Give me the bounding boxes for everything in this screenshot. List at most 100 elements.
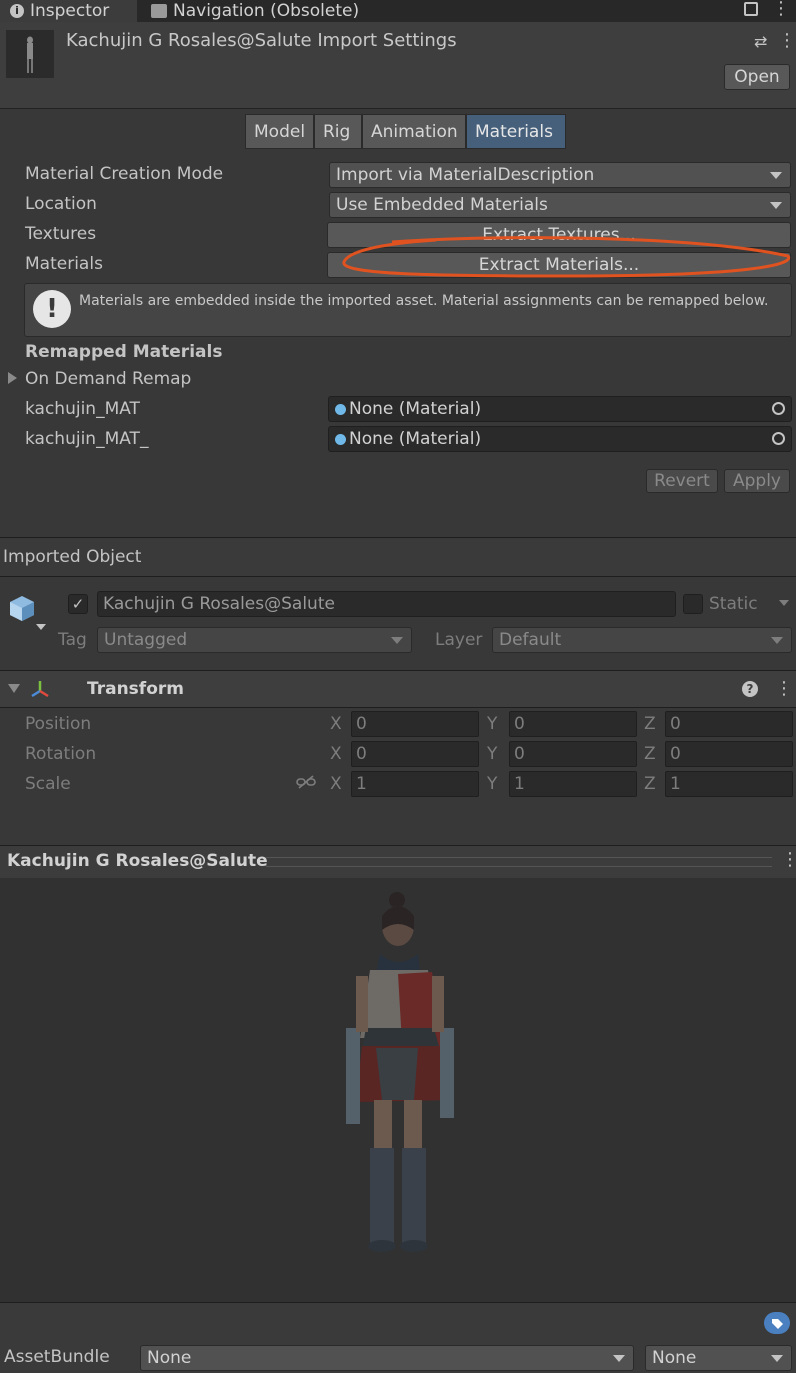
location-dropdown[interactable]: Use Embedded Materials [329, 192, 791, 218]
active-checkbox[interactable]: ✓ [68, 594, 88, 614]
static-checkbox[interactable] [683, 594, 703, 614]
page-title: Kachujin G Rosales@Salute Import Setting… [66, 30, 457, 51]
scale-x-field[interactable]: 1 [351, 771, 479, 797]
apply-button[interactable]: Apply [724, 469, 790, 493]
chevron-down-icon[interactable] [779, 600, 789, 606]
preview-title: Kachujin G Rosales@Salute [7, 851, 268, 871]
material-slot-label: kachujin_MAT [25, 399, 140, 419]
scale-y-field[interactable]: 1 [509, 771, 637, 797]
axis-z-label: Z [644, 744, 656, 764]
tab-navigation-label: Navigation (Obsolete) [173, 1, 360, 21]
header-more-icon[interactable]: ⋮ [778, 30, 796, 51]
chevron-down-icon [770, 202, 782, 209]
material-slot-value: None (Material) [349, 429, 482, 449]
info-icon: ! [33, 290, 71, 328]
tab-rig[interactable]: Rig [314, 114, 362, 149]
rotation-x-field[interactable]: 0 [351, 741, 479, 767]
position-x-field[interactable]: 0 [351, 711, 479, 737]
help-icon[interactable]: ? [742, 681, 758, 697]
material-icon [335, 403, 346, 415]
object-name-field[interactable]: Kachujin G Rosales@Salute [97, 591, 676, 617]
tab-model[interactable]: Model [245, 114, 314, 149]
tab-inspector-label: Inspector [30, 1, 110, 21]
model-preview[interactable] [0, 878, 796, 1302]
constrain-proportions-icon[interactable] [296, 774, 316, 790]
tag-label: Tag [58, 630, 87, 650]
character-model-image [346, 892, 454, 1252]
asset-thumbnail [6, 30, 54, 78]
import-tabs: Model Rig Animation Materials [245, 114, 566, 149]
position-z-field[interactable]: 0 [665, 711, 793, 737]
material-icon [335, 433, 346, 445]
chevron-down-icon [771, 1355, 783, 1362]
axis-z-label: Z [644, 774, 656, 794]
asset-bundle-variant-value: None [652, 1348, 697, 1368]
on-demand-remap-foldout[interactable]: On Demand Remap [25, 369, 191, 389]
material-creation-mode-value: Import via MaterialDescription [336, 165, 595, 185]
chevron-down-icon [770, 172, 782, 179]
static-label: Static [709, 594, 758, 614]
drag-handle[interactable] [266, 857, 772, 867]
tab-navigation[interactable]: Navigation (Obsolete) [151, 0, 359, 22]
label-tag-icon[interactable] [764, 1312, 790, 1334]
scale-label: Scale [25, 774, 71, 794]
foldout-arrow-icon[interactable] [8, 372, 17, 384]
annotation-circle [342, 236, 791, 278]
preview-more-icon[interactable]: ⋮ [781, 849, 796, 870]
imported-object-header: Imported Object [0, 537, 796, 577]
info-icon: i [10, 4, 24, 18]
foldout-arrow-icon[interactable] [8, 684, 20, 693]
scale-z-field[interactable]: 1 [665, 771, 793, 797]
chevron-down-icon [613, 1355, 625, 1362]
tab-animation[interactable]: Animation [362, 114, 466, 149]
textures-label: Textures [25, 224, 97, 244]
object-picker-icon[interactable] [772, 402, 785, 415]
rotation-z-field[interactable]: 0 [665, 741, 793, 767]
location-label: Location [25, 194, 97, 214]
material-slot-value: None (Material) [349, 399, 482, 419]
transform-axes-icon [30, 679, 50, 699]
position-y-field[interactable]: 0 [509, 711, 637, 737]
tag-dropdown[interactable]: Untagged [97, 627, 412, 653]
material-slot-label: kachujin_MAT_ [25, 429, 149, 449]
layer-dropdown[interactable]: Default [492, 627, 792, 653]
position-label: Position [25, 714, 92, 734]
tab-inspector[interactable]: i Inspector [0, 0, 137, 22]
layer-label: Layer [435, 630, 483, 650]
axis-x-label: X [330, 774, 342, 794]
material-slot-field[interactable]: None (Material) [328, 396, 792, 422]
help-text: Materials are embedded inside the import… [79, 293, 769, 309]
location-value: Use Embedded Materials [336, 195, 548, 215]
lock-icon[interactable] [744, 2, 758, 16]
asset-bundle-value: None [147, 1348, 192, 1368]
imported-object-heading: Imported Object [3, 547, 142, 567]
remapped-materials-heading: Remapped Materials [25, 342, 223, 362]
material-creation-mode-label: Material Creation Mode [25, 164, 224, 184]
asset-bundle-label: AssetBundle [4, 1347, 110, 1367]
transform-title: Transform [87, 679, 184, 699]
asset-bundle-dropdown[interactable]: None [140, 1345, 634, 1371]
axis-y-label: Y [487, 774, 498, 794]
axis-x-label: X [330, 744, 342, 764]
object-picker-icon[interactable] [772, 432, 785, 445]
tab-materials[interactable]: Materials [466, 114, 566, 149]
chevron-down-icon[interactable] [36, 624, 46, 630]
chevron-down-icon [771, 637, 783, 644]
open-button[interactable]: Open [724, 64, 790, 90]
material-creation-mode-dropdown[interactable]: Import via MaterialDescription [329, 162, 791, 188]
revert-button[interactable]: Revert [646, 469, 718, 493]
asset-bundle-variant-dropdown[interactable]: None [645, 1345, 792, 1371]
prefab-cube-icon [8, 594, 36, 622]
layer-value: Default [499, 630, 562, 650]
tag-value: Untagged [104, 630, 188, 650]
axis-y-label: Y [487, 744, 498, 764]
axis-x-label: X [330, 714, 342, 734]
chevron-down-icon [391, 637, 403, 644]
axis-y-label: Y [487, 714, 498, 734]
rotation-y-field[interactable]: 0 [509, 741, 637, 767]
materials-label: Materials [25, 254, 103, 274]
more-options-icon[interactable]: ⋮ [772, 0, 790, 19]
material-slot-field[interactable]: None (Material) [328, 426, 792, 452]
settings-sliders-icon[interactable]: ⇄ [754, 32, 767, 51]
component-more-icon[interactable]: ⋮ [775, 678, 793, 699]
